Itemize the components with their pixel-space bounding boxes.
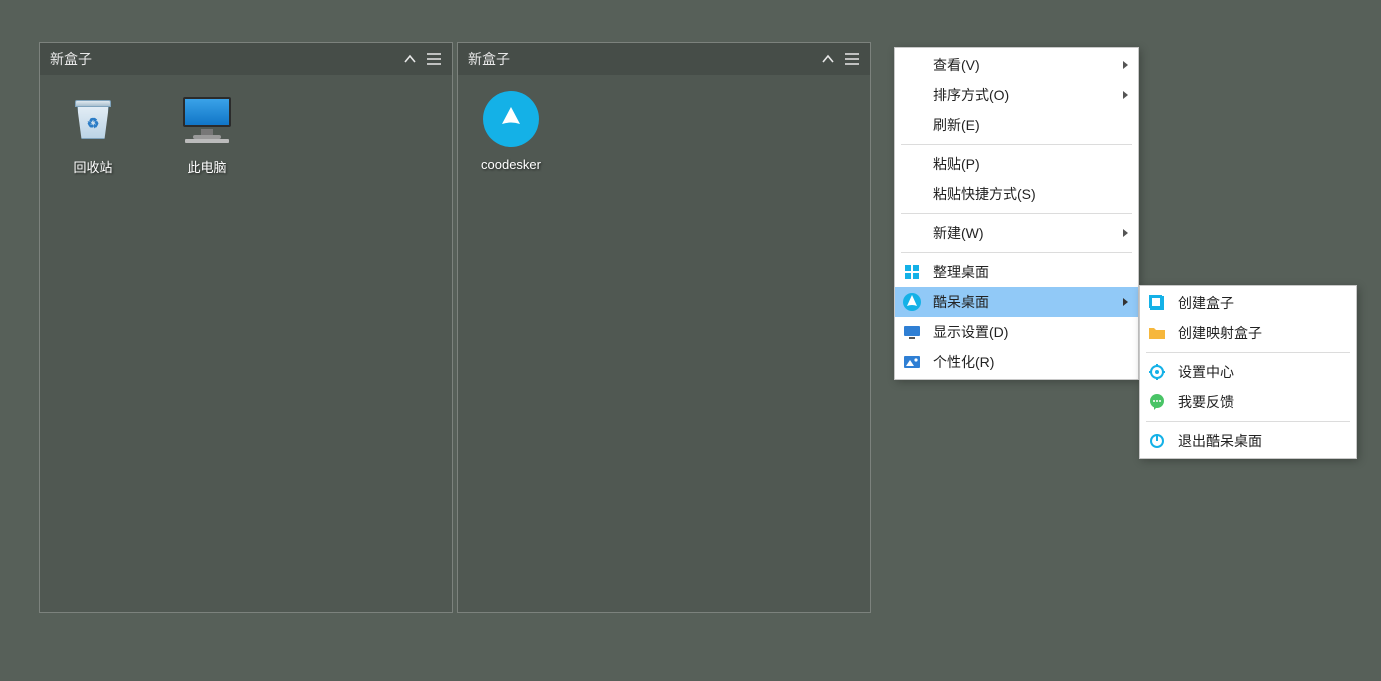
sail-icon <box>903 293 921 311</box>
menu-item-label: 刷新(E) <box>933 115 980 135</box>
power-icon <box>1148 432 1166 450</box>
menu-separator <box>1146 421 1350 422</box>
desktop-box[interactable]: 新盒子 coodesker <box>457 42 871 613</box>
menu-item-refresh[interactable]: 刷新(E) <box>895 110 1138 140</box>
menu-item-label: 粘贴(P) <box>933 154 980 174</box>
submenu-item-exit[interactable]: 退出酷呆桌面 <box>1140 426 1356 456</box>
menu-item-sort[interactable]: 排序方式(O) <box>895 80 1138 110</box>
chevron-up-icon <box>403 52 417 66</box>
box-body[interactable]: coodesker <box>458 75 870 612</box>
menu-item-label: 创建映射盒子 <box>1178 323 1262 343</box>
menu-item-label: 排序方式(O) <box>933 85 1009 105</box>
monitor-icon <box>903 323 921 341</box>
coodesker-icon <box>479 87 543 151</box>
menu-item-label: 创建盒子 <box>1178 293 1234 313</box>
menu-item-coodesker[interactable]: 酷呆桌面 <box>895 287 1138 317</box>
hamburger-icon <box>426 52 442 66</box>
menu-item-label: 个性化(R) <box>933 352 994 372</box>
menu-button[interactable] <box>422 47 446 71</box>
menu-item-label: 设置中心 <box>1178 362 1234 382</box>
box-title: 新盒子 <box>50 49 398 69</box>
chevron-up-icon <box>821 52 835 66</box>
menu-item-paste[interactable]: 粘贴(P) <box>895 149 1138 179</box>
grid-icon <box>903 263 921 281</box>
submenu-item-feedback[interactable]: 我要反馈 <box>1140 387 1356 417</box>
this-pc-item[interactable]: 此电脑 <box>162 87 252 176</box>
menu-separator <box>901 144 1132 145</box>
box-header[interactable]: 新盒子 <box>458 43 870 75</box>
recycle-bin-item[interactable]: ♻ 回收站 <box>48 87 138 176</box>
menu-item-label: 酷呆桌面 <box>933 292 989 312</box>
speech-icon <box>1148 393 1166 411</box>
collapse-button[interactable] <box>398 47 422 71</box>
box-icon <box>1148 294 1166 312</box>
menu-item-label: 退出酷呆桌面 <box>1178 431 1262 451</box>
menu-button[interactable] <box>840 47 864 71</box>
menu-item-label: 粘贴快捷方式(S) <box>933 184 1036 204</box>
menu-item-display-settings[interactable]: 显示设置(D) <box>895 317 1138 347</box>
recycle-bin-icon: ♻ <box>61 87 125 151</box>
sail-icon <box>496 104 526 134</box>
menu-item-personalize[interactable]: 个性化(R) <box>895 347 1138 377</box>
box-body[interactable]: ♻ 回收站 此电脑 <box>40 75 452 612</box>
menu-item-view[interactable]: 查看(V) <box>895 50 1138 80</box>
submenu-item-create-map-box[interactable]: 创建映射盒子 <box>1140 318 1356 348</box>
item-label: coodesker <box>481 157 541 172</box>
menu-item-label: 整理桌面 <box>933 262 989 282</box>
desktop-context-menu[interactable]: 查看(V) 排序方式(O) 刷新(E) 粘贴(P) 粘贴快捷方式(S) 新建(W… <box>894 47 1139 380</box>
desktop-box[interactable]: 新盒子 ♻ 回收站 此电脑 <box>39 42 453 613</box>
menu-item-label: 我要反馈 <box>1178 392 1234 412</box>
menu-item-organize-desktop[interactable]: 整理桌面 <box>895 257 1138 287</box>
item-label: 此电脑 <box>187 157 226 176</box>
menu-item-label: 显示设置(D) <box>933 322 1008 342</box>
folder-icon <box>1148 324 1166 342</box>
submenu-item-settings[interactable]: 设置中心 <box>1140 357 1356 387</box>
item-label: 回收站 <box>73 157 112 176</box>
hamburger-icon <box>844 52 860 66</box>
menu-separator <box>901 213 1132 214</box>
submenu-item-create-box[interactable]: 创建盒子 <box>1140 288 1356 318</box>
gear-icon <box>1148 363 1166 381</box>
menu-item-paste-shortcut[interactable]: 粘贴快捷方式(S) <box>895 179 1138 209</box>
picture-icon <box>903 353 921 371</box>
coodesker-submenu[interactable]: 创建盒子 创建映射盒子 设置中心 我要反馈 退出酷呆桌面 <box>1139 285 1357 459</box>
box-title: 新盒子 <box>468 49 816 69</box>
menu-item-label: 新建(W) <box>933 223 984 243</box>
box-header[interactable]: 新盒子 <box>40 43 452 75</box>
menu-item-label: 查看(V) <box>933 55 980 75</box>
computer-icon <box>175 87 239 151</box>
menu-item-new[interactable]: 新建(W) <box>895 218 1138 248</box>
menu-separator <box>901 252 1132 253</box>
coodesker-item[interactable]: coodesker <box>466 87 556 172</box>
collapse-button[interactable] <box>816 47 840 71</box>
menu-separator <box>1146 352 1350 353</box>
